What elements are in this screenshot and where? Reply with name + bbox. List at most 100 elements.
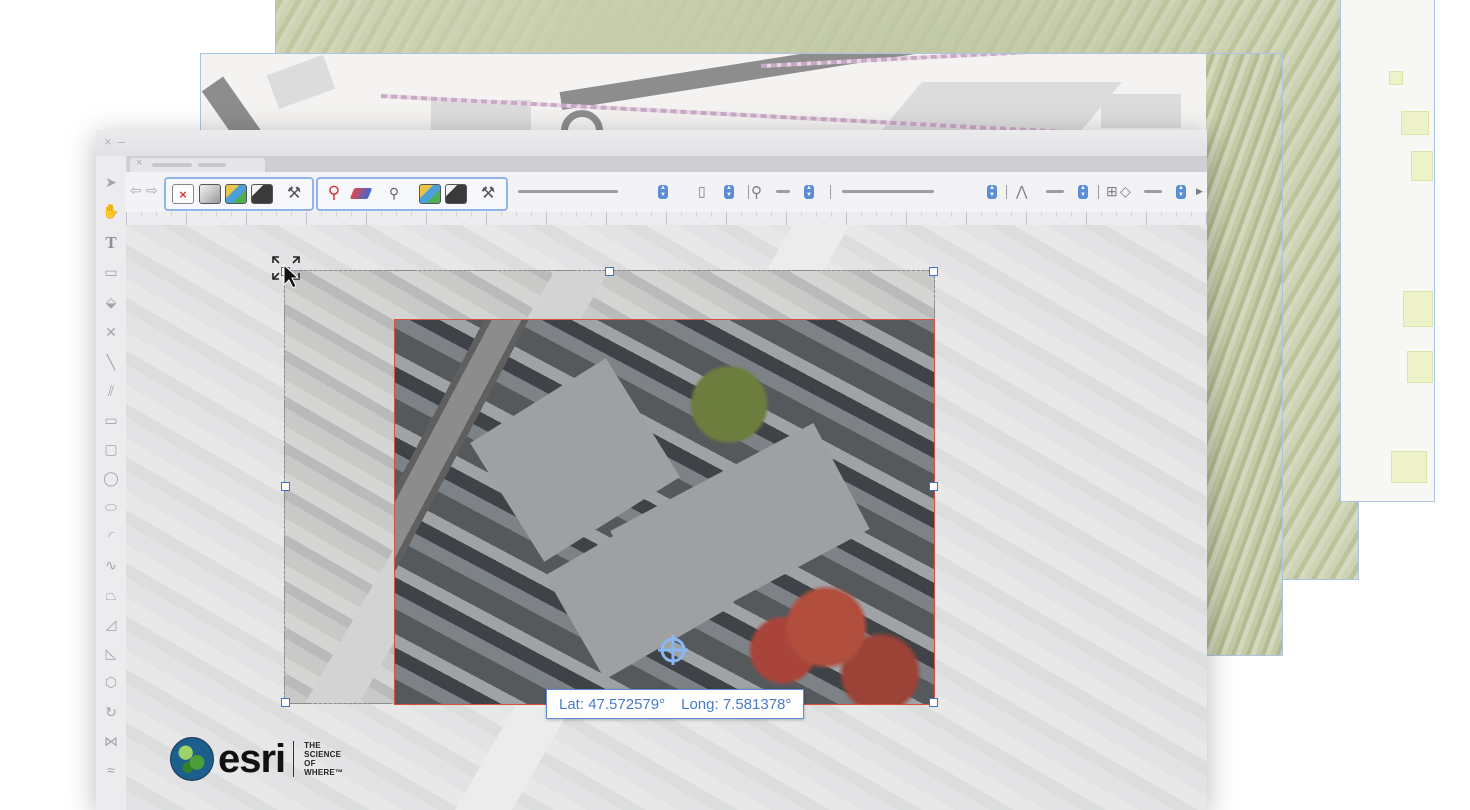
opacity-select[interactable]: ▲ ▼ bbox=[1144, 185, 1188, 199]
zoom-icon[interactable]: ⚲ bbox=[751, 183, 762, 201]
longitude-label: Long: bbox=[681, 695, 719, 713]
rotate-icon[interactable]: ↻ bbox=[101, 702, 121, 722]
logo-divider bbox=[293, 741, 295, 777]
dark-layer-icon[interactable] bbox=[445, 184, 467, 204]
map-canvas[interactable]: Lat: 47.572579° Long: 7.581378° bbox=[126, 225, 1207, 810]
spinner-icon[interactable]: ▲ ▼ bbox=[987, 185, 997, 199]
tab-title-placeholder bbox=[198, 163, 226, 167]
hexagon-icon[interactable]: ⬡ bbox=[101, 672, 121, 692]
curve-icon[interactable]: ∿ bbox=[101, 555, 121, 575]
label-icon[interactable]: ▭ bbox=[101, 262, 121, 282]
document-tab[interactable]: × bbox=[130, 157, 265, 172]
double-line-icon[interactable]: ⫽ bbox=[101, 381, 121, 401]
resize-handle-left[interactable] bbox=[281, 482, 290, 491]
document-tab-strip: × bbox=[126, 156, 1207, 172]
minimize-window-button[interactable]: – bbox=[118, 134, 125, 149]
paint-icon[interactable]: ⬙ bbox=[101, 292, 121, 312]
tools-icon[interactable]: ⚒ bbox=[478, 184, 498, 202]
main-toolbar: ⇦ ⇨ × ⚒ ⚲ ⚲ ⚒ ▲ ▼ ▯ ▲ ▼ ⚲ ▲ ▼ ▲ ▼ ⋀ ▲ ▼ … bbox=[126, 172, 1207, 213]
latitude-value: 47.572579° bbox=[588, 695, 666, 713]
path-icon[interactable]: ◺ bbox=[101, 643, 121, 663]
select-value-placeholder bbox=[842, 190, 934, 193]
visibility-icon[interactable]: ◇ bbox=[1120, 183, 1131, 200]
text-icon[interactable]: T bbox=[101, 233, 121, 253]
select-value-placeholder bbox=[776, 190, 790, 193]
resize-handle-bottom-right[interactable] bbox=[929, 698, 938, 707]
x-icon[interactable]: ✕ bbox=[101, 322, 121, 342]
vertex-icon[interactable]: ⋀ bbox=[1016, 183, 1027, 200]
close-window-button[interactable]: × bbox=[104, 134, 112, 149]
crosshair-icon[interactable] bbox=[658, 635, 688, 665]
map-building bbox=[1101, 94, 1181, 128]
map-parcel bbox=[1403, 291, 1433, 327]
spinner-icon[interactable]: ▲ ▼ bbox=[804, 185, 814, 199]
spinner-icon[interactable]: ▲ ▼ bbox=[724, 185, 734, 199]
esri-logo: esri THE SCIENCE OF WHERE™ bbox=[170, 737, 349, 781]
grayscale-layer-icon[interactable] bbox=[199, 184, 221, 204]
select-value-placeholder bbox=[518, 190, 618, 193]
style-select[interactable]: ▲ ▼ bbox=[842, 185, 998, 199]
map-parcel bbox=[1401, 111, 1429, 135]
page-icon[interactable]: ▯ bbox=[698, 183, 706, 200]
grid-icon[interactable]: ⊞ bbox=[1106, 183, 1118, 200]
arrow-icon[interactable]: ➤ bbox=[101, 172, 121, 192]
magnify-icon[interactable]: ⚲ bbox=[384, 184, 404, 202]
map-pin-icon[interactable]: ⚲ bbox=[324, 183, 344, 202]
latitude-readout: Lat: 47.572579° bbox=[559, 696, 665, 713]
tagline-line: SCIENCE bbox=[304, 750, 342, 759]
tagline-line: THE bbox=[304, 741, 321, 750]
tool-palette: ➤ ✋ T ▭ ⬙ ✕ ╲ ⫽ ▭ ▢ ◯ ⬭ ◜ ∿ ⏢ ◿ ◺ ⬡ ↻ ⋈ … bbox=[96, 156, 127, 810]
resize-handle-right[interactable] bbox=[929, 482, 938, 491]
toolbar-divider bbox=[1098, 185, 1099, 199]
select-value-placeholder bbox=[1144, 190, 1162, 193]
circle-icon[interactable]: ◯ bbox=[101, 468, 121, 488]
rectangle-icon[interactable]: ▭ bbox=[101, 410, 121, 430]
spinner-icon[interactable]: ▲ ▼ bbox=[1078, 185, 1088, 199]
arc-icon[interactable]: ◜ bbox=[101, 526, 121, 546]
toolbar-overflow-icon[interactable]: ▶ bbox=[1196, 186, 1203, 197]
page-select[interactable]: ▲ ▼ bbox=[716, 185, 738, 199]
tagline-line: OF bbox=[304, 759, 316, 768]
back-arrow-icon[interactable]: ⇦ bbox=[130, 182, 142, 199]
resize-cursor-icon bbox=[272, 256, 300, 289]
layer-tool-group: × ⚒ bbox=[164, 177, 314, 211]
esri-tagline: THE SCIENCE OF WHERE™ bbox=[304, 741, 349, 777]
ellipse-icon[interactable]: ⬭ bbox=[101, 497, 121, 517]
close-layer-icon[interactable]: × bbox=[172, 184, 194, 204]
line-weight-select[interactable]: ▲ ▼ bbox=[1046, 185, 1090, 199]
forward-arrow-icon[interactable]: ⇨ bbox=[146, 182, 158, 199]
latitude-label: Lat: bbox=[559, 695, 585, 713]
eraser-icon[interactable] bbox=[349, 184, 373, 202]
background-planning-map-window bbox=[1340, 0, 1435, 502]
scribble-icon[interactable]: ≈ bbox=[101, 760, 121, 780]
toolbar-divider bbox=[830, 185, 831, 199]
resize-handle-top[interactable] bbox=[605, 267, 614, 276]
spinner-icon[interactable]: ▲ ▼ bbox=[658, 185, 668, 199]
tools-icon[interactable]: ⚒ bbox=[284, 184, 304, 202]
hand-icon[interactable]: ✋ bbox=[101, 201, 121, 221]
map-terrain-strip bbox=[1206, 54, 1282, 655]
title-bar: × – bbox=[96, 130, 1207, 157]
map-parcel bbox=[1391, 451, 1427, 483]
globe-icon bbox=[170, 737, 214, 781]
esri-wordmark: esri bbox=[218, 737, 286, 781]
resize-handle-bottom-left[interactable] bbox=[281, 698, 290, 707]
triangle-icon[interactable]: ◿ bbox=[101, 614, 121, 634]
spinner-icon[interactable]: ▲ ▼ bbox=[1176, 185, 1186, 199]
zoom-select[interactable]: ▲ ▼ bbox=[776, 185, 816, 199]
tagline-line: WHERE™ bbox=[304, 768, 344, 777]
map-editor-window: × – × ➤ ✋ T ▭ ⬙ ✕ ╲ ⫽ ▭ ▢ ◯ ⬭ ◜ ∿ ⏢ ◿ ◺ … bbox=[96, 130, 1207, 810]
font-family-select[interactable]: ▲ ▼ bbox=[518, 185, 668, 199]
rounded-rectangle-icon[interactable]: ▢ bbox=[101, 439, 121, 459]
dark-layer-icon[interactable] bbox=[251, 184, 273, 204]
edit-tool-group: ⚲ ⚲ ⚒ bbox=[316, 177, 508, 211]
color-layer-icon[interactable] bbox=[419, 184, 441, 204]
line-icon[interactable]: ╲ bbox=[101, 352, 121, 372]
tab-close-icon[interactable]: × bbox=[136, 157, 142, 169]
resize-handle-top-right[interactable] bbox=[929, 267, 938, 276]
polygon-icon[interactable]: ⏢ bbox=[101, 585, 121, 605]
bowtie-icon[interactable]: ⋈ bbox=[101, 731, 121, 751]
select-value-placeholder bbox=[1046, 190, 1064, 193]
color-layer-icon[interactable] bbox=[225, 184, 247, 204]
horizontal-ruler bbox=[126, 212, 1207, 226]
